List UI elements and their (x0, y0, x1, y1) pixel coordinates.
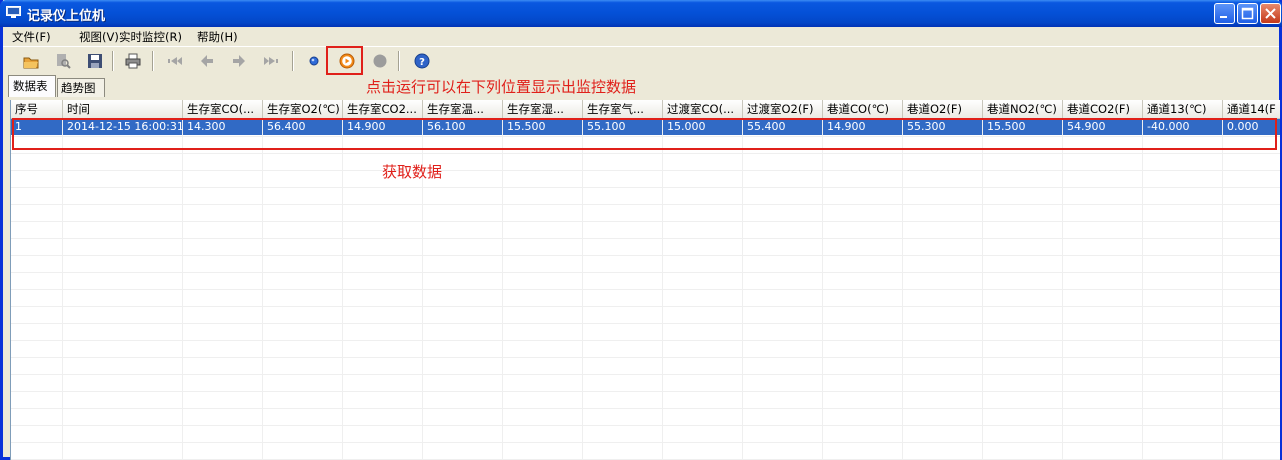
column-header[interactable]: 生存室温... (423, 100, 503, 118)
grid-row-line (11, 323, 1280, 324)
column-header[interactable]: 生存室气... (583, 100, 663, 118)
maximize-button[interactable] (1237, 3, 1258, 24)
grid-row-line (11, 238, 1280, 239)
data-row-highlight (12, 118, 1277, 150)
column-header[interactable]: 序号 (11, 100, 63, 118)
toolbar-separator (152, 51, 154, 71)
help-icon[interactable]: ? (411, 50, 433, 72)
save-icon[interactable] (84, 50, 106, 72)
grid-header: 序号 时间 生存室CO(... 生存室O2(℃) 生存室CO2... 生存室温... 生存室… (11, 100, 1280, 119)
column-header[interactable]: 过渡室O2(F) (743, 100, 823, 118)
data-hint-annotation: 获取数据 (382, 163, 443, 181)
menu-bar: 文件(F) 视图(V) 实时监控(R) 帮助(H) (3, 27, 1279, 47)
connect-icon[interactable] (303, 50, 325, 72)
last-icon[interactable] (260, 50, 282, 72)
tab-data-table[interactable]: 数据表 (8, 75, 56, 97)
monitor-icon (6, 6, 21, 19)
grid-row-line (11, 391, 1280, 392)
toolbar-separator (292, 51, 294, 71)
grid-row-line (11, 255, 1280, 256)
grid-row-line (11, 170, 1280, 171)
column-header[interactable]: 通道14(F (1223, 100, 1280, 118)
preview-icon[interactable] (52, 50, 74, 72)
print-icon[interactable] (122, 50, 144, 72)
tab-trend-chart[interactable]: 趋势图 (57, 78, 105, 97)
minimize-button[interactable] (1214, 3, 1235, 24)
grid-row-line (11, 357, 1280, 358)
column-header[interactable]: 巷道CO(℃) (823, 100, 903, 118)
next-icon[interactable] (228, 50, 250, 72)
toolbar: ? (3, 47, 1279, 74)
first-icon[interactable] (164, 50, 186, 72)
column-header[interactable]: 巷道CO2(F) (1063, 100, 1143, 118)
menu-help[interactable]: 帮助(H) (197, 29, 238, 45)
stop-icon[interactable] (369, 50, 391, 72)
column-header[interactable]: 通道13(℃) (1143, 100, 1223, 118)
menu-view[interactable]: 视图(V) (79, 29, 119, 45)
grid-row-line (11, 289, 1280, 290)
open-icon[interactable] (20, 50, 42, 72)
column-header[interactable]: 生存室CO(... (183, 100, 263, 118)
prev-icon[interactable] (196, 50, 218, 72)
column-header[interactable]: 生存室湿... (503, 100, 583, 118)
column-header[interactable]: 生存室CO2... (343, 100, 423, 118)
grid-row-line (11, 374, 1280, 375)
title-bar[interactable]: 记录仪上位机 (0, 0, 1282, 27)
run-button-highlight (326, 46, 363, 75)
column-header[interactable]: 过渡室CO(... (663, 100, 743, 118)
grid-row-line (11, 272, 1280, 273)
grid-row-line (11, 153, 1280, 154)
grid-row-line (11, 425, 1280, 426)
data-grid[interactable]: 序号 时间 生存室CO(... 生存室O2(℃) 生存室CO2... 生存室温... 生存室… (10, 100, 1280, 460)
window-title: 记录仪上位机 (27, 9, 106, 24)
toolbar-separator (398, 51, 400, 71)
grid-row-line (11, 306, 1280, 307)
column-header[interactable]: 巷道NO2(℃) (983, 100, 1063, 118)
grid-row-line (11, 221, 1280, 222)
run-hint-annotation: 点击运行可以在下列位置显示出监控数据 (366, 78, 637, 96)
menu-realtime-monitor[interactable]: 实时监控(R) (119, 29, 182, 45)
menu-file[interactable]: 文件(F) (12, 29, 51, 45)
svg-text:?: ? (419, 57, 425, 68)
column-header[interactable]: 时间 (63, 100, 183, 118)
close-button[interactable] (1260, 3, 1281, 24)
grid-row-line (11, 340, 1280, 341)
column-header[interactable]: 生存室O2(℃) (263, 100, 343, 118)
grid-row-line (11, 204, 1280, 205)
grid-row-line (11, 442, 1280, 443)
grid-row-line (11, 408, 1280, 409)
grid-row-line (11, 187, 1280, 188)
column-header[interactable]: 巷道O2(F) (903, 100, 983, 118)
toolbar-separator (112, 51, 114, 71)
